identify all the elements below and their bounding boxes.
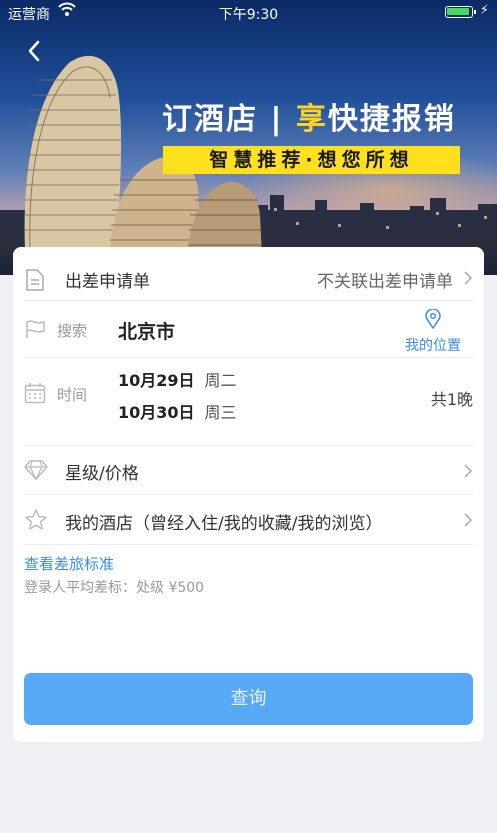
time-label: 时间 bbox=[57, 386, 88, 404]
star-price-row[interactable]: 星级/价格 bbox=[24, 446, 473, 495]
slogan-main: 订酒店 | bbox=[162, 102, 296, 137]
nights-count: 共1晚 bbox=[430, 390, 473, 409]
document-icon bbox=[26, 269, 44, 291]
chevron-right-icon bbox=[464, 513, 473, 527]
checkout-date-value: 10月30日 bbox=[118, 403, 195, 422]
charging-icon: ⚡ bbox=[479, 3, 489, 18]
banner-sub-slogan: 智慧推荐·想您所想 bbox=[163, 146, 460, 174]
calendar-icon bbox=[24, 383, 46, 404]
application-row[interactable]: 出差申请单 不关联出差申请单 bbox=[24, 255, 473, 301]
banner-slogan: 订酒店 | 享快捷报销 bbox=[162, 94, 456, 138]
slogan-highlight: 享 bbox=[295, 102, 328, 137]
status-time: 下午9:30 bbox=[218, 7, 279, 23]
slogan-rest: 快捷报销 bbox=[327, 102, 456, 137]
application-label: 出差申请单 bbox=[65, 272, 150, 292]
battery-icon bbox=[445, 6, 476, 18]
application-value: 不关联出差申请单 bbox=[317, 272, 453, 292]
checkin-date-value: 10月29日 bbox=[118, 371, 195, 390]
status-bar: 运营商 下午9:30 ⚡ bbox=[0, 0, 497, 24]
my-hotels-row[interactable]: 我的酒店（曾经入住/我的收藏/我的浏览） bbox=[24, 495, 473, 545]
my-hotels-label: 我的酒店（曾经入住/我的收藏/我的浏览） bbox=[65, 514, 383, 534]
hero-banner: 运营商 下午9:30 ⚡ 订酒店 | 享快捷报销 智慧推荐·想您所想 bbox=[0, 0, 497, 275]
chevron-right-icon bbox=[464, 464, 473, 478]
diamond-icon bbox=[24, 460, 48, 481]
my-location-button[interactable]: 我的位置 bbox=[401, 308, 465, 355]
location-pin-icon bbox=[425, 308, 441, 330]
star-price-label: 星级/价格 bbox=[65, 464, 139, 484]
back-icon[interactable] bbox=[22, 36, 48, 66]
hotel-search-card: 出差申请单 不关联出差申请单 搜索 北京市 我的位置 时间 10月29日周二 1… bbox=[13, 247, 484, 742]
checkin-date[interactable]: 10月29日 周二 bbox=[118, 367, 237, 391]
my-location-label: 我的位置 bbox=[405, 338, 461, 354]
flag-icon bbox=[26, 320, 45, 338]
checkin-weekday: 周二 bbox=[204, 371, 237, 390]
travel-policy-link[interactable]: 查看差旅标准 bbox=[24, 553, 114, 574]
query-button[interactable]: 查询 bbox=[24, 673, 473, 725]
city-value[interactable]: 北京市 bbox=[118, 317, 175, 344]
checkout-date[interactable]: 10月30日 周三 bbox=[118, 399, 237, 423]
date-row[interactable]: 时间 10月29日 周二 10月30日 周三 共1晚 bbox=[24, 358, 473, 446]
search-label: 搜索 bbox=[57, 322, 88, 340]
search-row[interactable]: 搜索 北京市 我的位置 bbox=[24, 301, 473, 358]
checkout-weekday: 周三 bbox=[204, 403, 237, 422]
travel-policy-info: 登录人平均差标：处级 ¥500 bbox=[24, 580, 205, 596]
star-icon bbox=[25, 509, 47, 530]
chevron-right-icon bbox=[464, 271, 473, 285]
